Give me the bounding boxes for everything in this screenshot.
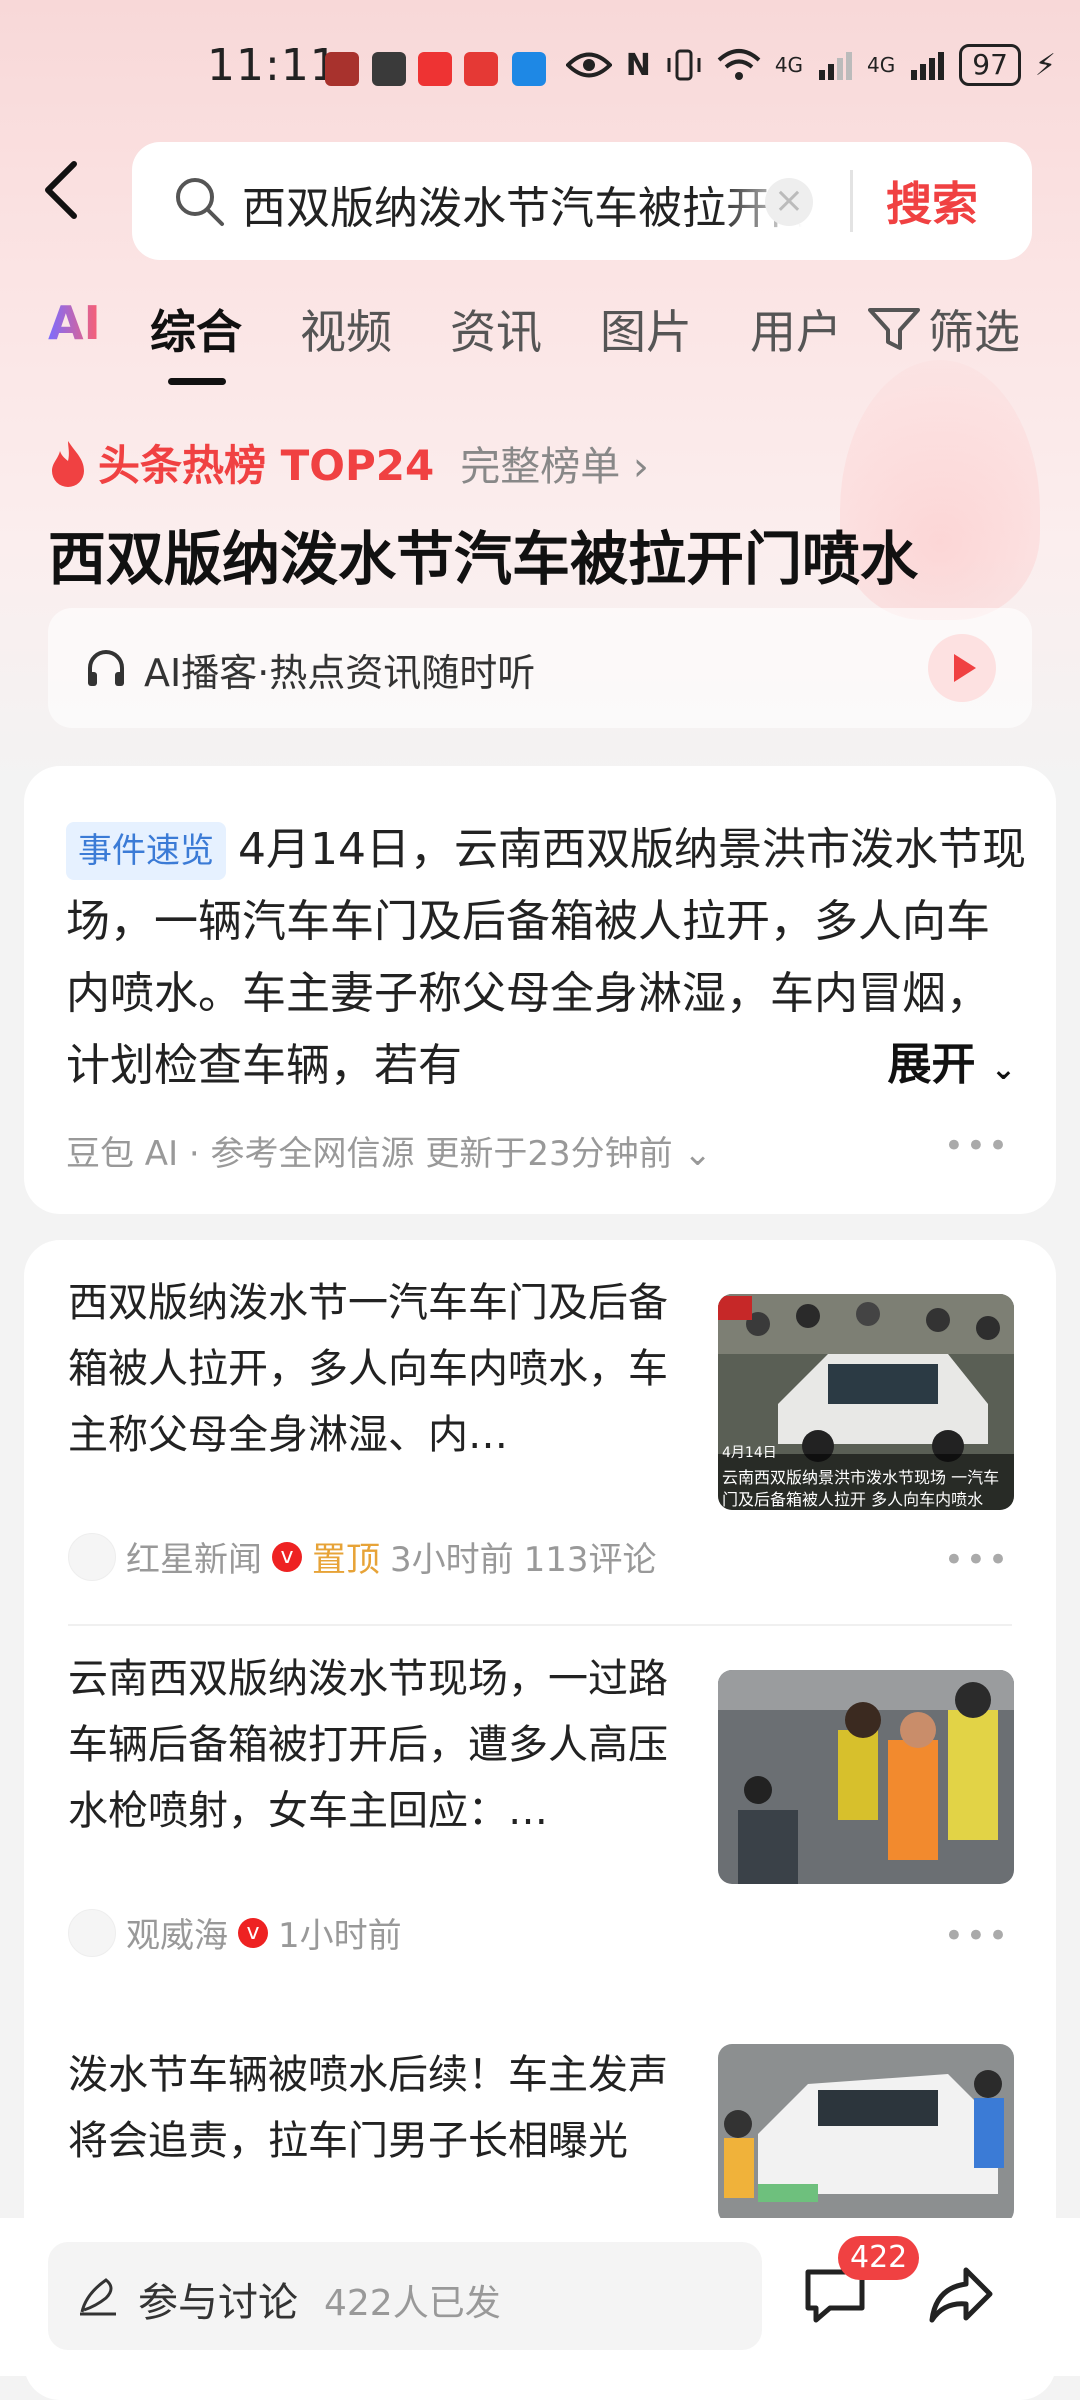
app-notification-icon — [325, 52, 359, 86]
tab-news[interactable]: 资讯 — [450, 296, 542, 362]
image-caption: 云南西双版纳景洪市泼水节现场 一汽车 — [722, 1468, 1000, 1487]
chevron-down-icon: ⌄ — [683, 1134, 712, 1174]
news-thumbnail[interactable]: 4月14日 云南西双版纳景洪市泼水节现场 一汽车 门及后备箱被人拉开 多人向车内… — [718, 1294, 1014, 1510]
event-badge: 事件速览 — [66, 822, 226, 880]
tab-ai[interactable]: AI — [48, 296, 101, 350]
verified-icon: v — [272, 1541, 302, 1572]
discuss-input[interactable]: 参与讨论 422人已发 — [48, 2242, 762, 2350]
battery-indicator: 97 — [959, 44, 1021, 86]
news-thumbnail[interactable] — [718, 1670, 1014, 1884]
full-list-link[interactable]: 完整榜单 › — [460, 434, 649, 492]
filter-label: 筛选 — [928, 305, 1020, 359]
source-logo — [68, 1532, 116, 1581]
filter-icon — [868, 308, 920, 350]
pinned-label: 置顶 — [312, 1540, 380, 1580]
app-notification-icon — [372, 52, 406, 86]
source-logo — [68, 1908, 116, 1957]
news-time: 1小时前 — [278, 1916, 402, 1956]
source-name[interactable]: 红星新闻 — [126, 1532, 262, 1581]
news-title[interactable]: 西双版纳泼水节一汽车车门及后备箱被人拉开，多人向车内喷水，车主称父母全身淋湿、内… — [68, 1270, 678, 1468]
headphones-icon — [88, 650, 124, 686]
tab-images[interactable]: 图片 — [600, 296, 692, 362]
app-notification-icon — [418, 52, 452, 86]
signal-icon — [911, 52, 945, 80]
divider — [68, 1624, 1012, 1626]
news-thumbnail[interactable] — [718, 2044, 1014, 2224]
image-caption: 门及后备箱被人拉开 多人向车内喷水 — [722, 1490, 984, 1509]
discuss-count: 422人已发 — [324, 2283, 501, 2324]
status-bar: 11:11 N 4G 4G 97 ⚡ — [0, 0, 1080, 130]
hot-list-row[interactable]: 头条热榜 TOP24 完整榜单 › — [48, 432, 649, 493]
comment-count: 113评论 — [523, 1540, 657, 1580]
more-icon[interactable]: ••• — [944, 1540, 1010, 1580]
image-date: 4月14日 — [722, 1445, 777, 1461]
ai-podcast-bar[interactable]: AI播客·热点资讯随时听 — [48, 608, 1032, 728]
tab-bar: AI 综合 视频 资讯 图片 用户 筛选 — [0, 296, 1080, 396]
vibrate-icon — [667, 49, 701, 81]
back-button[interactable] — [40, 160, 100, 240]
search-bar[interactable]: 西双版纳泼水节汽车被拉开门喷水 × 搜索 — [132, 142, 1032, 260]
verified-icon: v — [238, 1917, 268, 1948]
news-image — [718, 1670, 1014, 1884]
news-title[interactable]: 云南西双版纳泼水节现场，一过路车辆后备箱被打开后，遭多人高压水枪喷射，女车主回应… — [68, 1646, 678, 1844]
pen-icon — [80, 2278, 116, 2316]
tab-users[interactable]: 用户 — [750, 296, 842, 362]
event-summary-card: 事件速览 4月14日，云南西双版纳景洪市泼水节现场，一辆汽车车门及后备箱被人拉开，… — [24, 766, 1056, 1214]
summary-source: 豆包 AI · 参考全网信源 更新于23分钟前 — [66, 1134, 673, 1174]
network-label: 4G — [867, 53, 896, 77]
flame-icon — [52, 440, 84, 487]
more-icon[interactable]: ••• — [944, 1126, 1010, 1166]
signal-icon — [819, 52, 853, 80]
nfc-icon: N — [625, 47, 651, 83]
chevron-left-icon — [45, 161, 77, 219]
comment-count-badge: 422 — [838, 2236, 920, 2280]
status-time: 11:11 — [207, 40, 339, 91]
tab-video[interactable]: 视频 — [300, 296, 392, 362]
page-title: 西双版纳泼水节汽车被拉开门喷水 — [48, 525, 919, 593]
filter-button[interactable]: 筛选 — [868, 296, 1020, 362]
news-meta: 观威海 v 1小时前 — [68, 1908, 402, 1957]
discuss-label: 参与讨论 — [138, 2280, 298, 2326]
chevron-down-icon: ⌄ — [990, 1052, 1016, 1087]
tab-underline — [168, 378, 226, 385]
app-notification-icon — [512, 52, 546, 86]
bottom-bar: 参与讨论 422人已发 422 — [0, 2218, 1080, 2376]
close-icon[interactable]: × — [765, 178, 813, 226]
charging-icon: ⚡ — [1034, 47, 1056, 83]
hot-list-label: 头条热榜 TOP24 — [98, 441, 435, 490]
wifi-icon — [717, 49, 761, 80]
news-title[interactable]: 泼水节车辆被喷水后续！车主发声将会追责，拉车门男子长相曝光 — [68, 2042, 678, 2218]
summary-meta[interactable]: 豆包 AI · 参考全网信源 更新于23分钟前 ⌄ — [66, 1126, 712, 1175]
share-icon[interactable] — [926, 2260, 996, 2330]
divider — [850, 170, 853, 232]
expand-label: 展开 — [887, 1039, 976, 1090]
more-icon[interactable]: ••• — [944, 1916, 1010, 1956]
news-time: 3小时前 — [390, 1540, 514, 1580]
news-meta: 红星新闻 v 置顶 3小时前 113评论 — [68, 1532, 657, 1581]
app-notification-icon — [464, 52, 498, 86]
search-icon — [176, 178, 224, 226]
source-name[interactable]: 观威海 — [126, 1908, 228, 1957]
network-label: 4G — [774, 53, 804, 77]
tab-comprehensive[interactable]: 综合 — [150, 296, 242, 362]
eye-icon — [565, 52, 612, 78]
search-input[interactable]: 西双版纳泼水节汽车被拉开门喷水 — [242, 172, 802, 236]
status-right: N 4G 4G 97 ⚡ — [565, 44, 1056, 86]
news-image — [718, 2044, 1014, 2224]
podcast-label: AI播客·热点资讯随时听 — [144, 651, 536, 695]
expand-button[interactable]: 展开 ⌄ — [817, 1028, 1016, 1092]
play-button[interactable] — [928, 634, 996, 702]
search-button[interactable]: 搜索 — [886, 168, 978, 234]
